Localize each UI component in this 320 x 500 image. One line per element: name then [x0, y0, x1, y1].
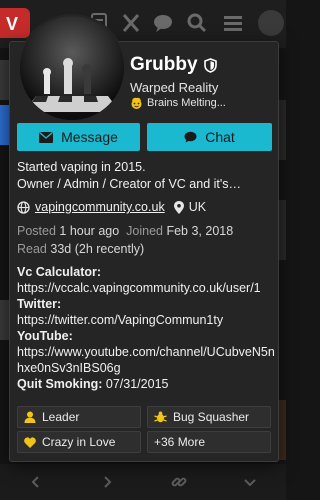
badge-label: Bug Squasher — [173, 410, 250, 424]
x-icon[interactable] — [120, 12, 142, 34]
badge-bug-squasher[interactable]: Bug Squasher — [147, 406, 271, 428]
posted-value: 1 hour ago — [59, 224, 120, 238]
link-icon[interactable] — [159, 467, 199, 497]
joined-label: Joined — [126, 224, 163, 238]
badge-label: Crazy in Love — [42, 435, 116, 449]
heart-icon — [24, 436, 36, 448]
read-value: 33d (2h recently) — [50, 242, 145, 256]
read-label: Read — [17, 242, 47, 256]
field-value[interactable]: https://www.youtube.com/channel/UCubveN5… — [17, 344, 275, 376]
globe-icon — [17, 200, 30, 214]
chat-button-label: Chat — [205, 129, 235, 145]
field-value[interactable]: https://twitter.com/VapingCommun1ty — [17, 312, 275, 328]
bug-icon — [154, 411, 167, 423]
user-status: Brains Melting... — [130, 97, 226, 109]
user-card: Grubby Warped Reality Brains Melting... … — [9, 14, 279, 462]
background-content — [278, 100, 286, 160]
user-title: Warped Reality — [130, 80, 219, 95]
bio-line: Started vaping in 2015. — [17, 160, 146, 174]
chevron-left-icon[interactable] — [16, 467, 56, 497]
shield-icon — [203, 57, 217, 73]
chess-pieces-image — [20, 16, 124, 120]
field-label: Twitter: — [17, 297, 62, 311]
chevron-right-icon[interactable] — [87, 467, 127, 497]
username[interactable]: Grubby — [130, 54, 198, 76]
hot-face-emoji-icon — [131, 97, 142, 109]
message-button[interactable]: Message — [17, 123, 140, 151]
posted-label: Posted — [17, 224, 56, 238]
activity-stats: Posted 1 hour ago Joined Feb 3, 2018 Rea… — [17, 222, 233, 258]
profile-meta: vapingcommunity.co.uk UK — [17, 200, 206, 214]
joined-value: Feb 3, 2018 — [166, 224, 234, 238]
field-label: Quit Smoking: — [17, 377, 103, 391]
bio-line: Owner / Admin / Creator of VC and it's… — [17, 177, 241, 191]
website-link[interactable]: vapingcommunity.co.uk — [35, 200, 165, 214]
menu-icon[interactable] — [222, 12, 244, 34]
user-avatar-icon[interactable] — [258, 10, 284, 36]
background-content — [278, 200, 286, 260]
badge-crazy-in-love[interactable]: Crazy in Love — [17, 431, 141, 453]
badge-leader[interactable]: Leader — [17, 406, 141, 428]
location-text: UK — [188, 200, 207, 214]
field-label: YouTube: — [17, 329, 73, 343]
background-content — [278, 400, 286, 460]
avatar[interactable] — [18, 14, 126, 122]
user-icon — [24, 411, 36, 423]
chat-button[interactable]: Chat — [147, 123, 272, 151]
status-text: Brains Melting... — [147, 97, 226, 109]
chat-bubble-icon[interactable] — [152, 12, 174, 34]
svg-text:V: V — [6, 14, 18, 34]
bottom-nav — [0, 464, 286, 500]
logo-icon[interactable]: V — [0, 8, 30, 38]
search-icon[interactable] — [186, 12, 208, 34]
map-marker-icon — [173, 200, 184, 214]
field-label: Vc Calculator: — [17, 265, 102, 279]
message-button-label: Message — [61, 129, 118, 145]
badge-label: Leader — [42, 410, 80, 424]
custom-fields: Vc Calculator: https://vccalc.vapingcomm… — [17, 264, 275, 392]
more-badges-link[interactable]: +36 More — [147, 431, 271, 453]
comment-icon — [184, 131, 197, 143]
envelope-icon — [39, 131, 54, 143]
user-bio: Started vaping in 2015. Owner / Admin / … — [17, 159, 275, 193]
field-value: 07/31/2015 — [105, 377, 169, 391]
chevron-down-icon[interactable] — [230, 467, 270, 497]
field-value[interactable]: https://vccalc.vapingcommunity.co.uk/use… — [17, 280, 275, 296]
badge-label: +36 More — [154, 435, 206, 449]
